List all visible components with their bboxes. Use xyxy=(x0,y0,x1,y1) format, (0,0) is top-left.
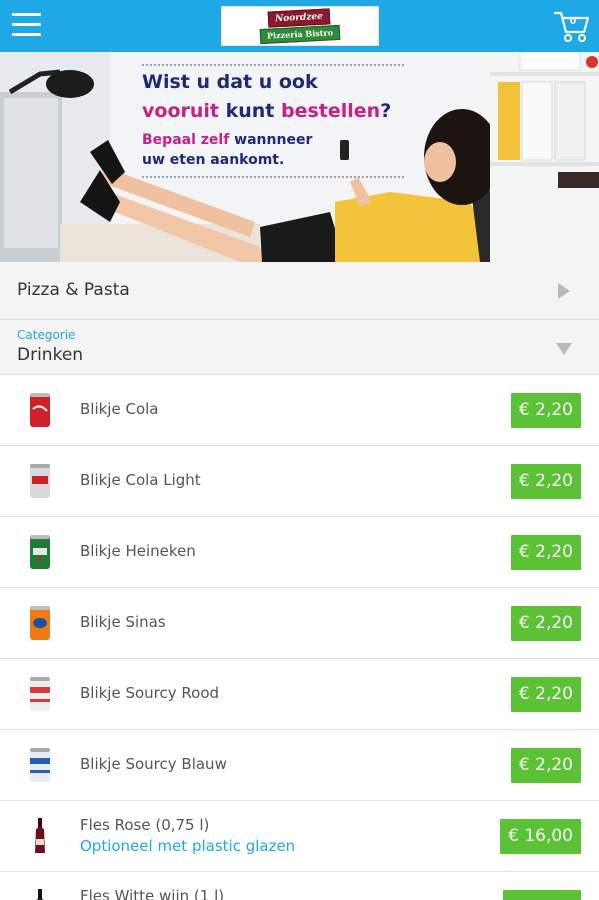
product-item[interactable]: Blikje Heineken € 2,20 xyxy=(0,517,599,588)
menu-selector-value: Pizza & Pasta xyxy=(17,280,130,300)
cola-light-can-icon xyxy=(28,462,52,500)
category-label: Categorie xyxy=(17,328,76,342)
shopping-cart-icon[interactable]: 0 xyxy=(554,10,590,44)
product-item[interactable]: Blikje Sourcy Blauw € 2,20 xyxy=(0,730,599,801)
banner-headline-1: Wist u dat u ook xyxy=(142,71,318,93)
category-value: Drinken xyxy=(17,345,84,365)
product-item[interactable]: Blikje Cola Light € 2,20 xyxy=(0,446,599,517)
logo-subtitle: Pizzeria Bistro xyxy=(259,24,341,45)
promo-banner[interactable]: Wist u dat u ook vooruit kunt bestellen?… xyxy=(0,52,599,262)
banner-headline-2: vooruit kunt bestellen? xyxy=(142,100,391,122)
product-item[interactable]: Blikje Cola € 2,20 xyxy=(0,375,599,446)
price-button[interactable]: € 2,20 xyxy=(510,677,581,712)
product-name: Blikje Sinas xyxy=(80,613,166,631)
product-list: Blikje Cola € 2,20 Blikje Cola Light € 2… xyxy=(0,375,599,900)
banner-word-bepaal-zelf: Bepaal zelf xyxy=(142,132,230,148)
product-name: Blikje Cola Light xyxy=(80,471,201,489)
price-button[interactable]: € 2,20 xyxy=(510,535,581,570)
product-option-link[interactable]: Optioneel met plastic glazen xyxy=(80,837,295,855)
sinas-can-icon xyxy=(28,604,52,642)
product-name: Blikje Cola xyxy=(80,400,159,418)
banner-subline-2: uw eten aankomt. xyxy=(142,152,285,168)
banner-question-mark: ? xyxy=(380,100,392,122)
hamburger-menu-icon[interactable] xyxy=(12,13,41,37)
product-item[interactable]: Fles Rose (0,75 l) Optioneel met plastic… xyxy=(0,801,599,872)
menu-selector[interactable]: Pizza & Pasta xyxy=(0,262,599,320)
price-button[interactable]: € 2,20 xyxy=(510,393,581,428)
category-dropdown[interactable]: Categorie Drinken xyxy=(0,320,599,375)
product-name: Blikje Sourcy Blauw xyxy=(80,755,227,773)
product-name: Fles Rose (0,75 l) xyxy=(80,816,210,834)
cart-count: 0 xyxy=(569,17,577,27)
price-button[interactable] xyxy=(503,890,581,900)
top-bar: Noordzee Pizzeria Bistro 0 xyxy=(0,0,599,52)
banner-divider-top xyxy=(142,64,404,66)
chevron-down-icon xyxy=(556,343,572,355)
heineken-can-icon xyxy=(28,533,52,571)
wine-bottle-icon xyxy=(28,817,52,855)
banner-divider-bottom xyxy=(142,176,404,178)
price-button[interactable]: € 2,20 xyxy=(510,748,581,783)
product-item[interactable]: Blikje Sinas € 2,20 xyxy=(0,588,599,659)
price-button[interactable]: € 2,20 xyxy=(510,464,581,499)
banner-word-wannneer: wannneer xyxy=(229,132,313,148)
restaurant-logo[interactable]: Noordzee Pizzeria Bistro xyxy=(221,6,379,46)
product-item[interactable]: Blikje Sourcy Rood € 2,20 xyxy=(0,659,599,730)
product-name: Blikje Heineken xyxy=(80,542,196,560)
sourcy-blue-can-icon xyxy=(28,746,52,784)
product-name: Blikje Sourcy Rood xyxy=(80,684,220,702)
banner-subline-1: Bepaal zelf wannneer xyxy=(142,132,312,148)
cola-can-icon xyxy=(28,391,52,429)
chevron-right-icon xyxy=(558,283,570,299)
price-button[interactable]: € 16,00 xyxy=(500,819,581,854)
sourcy-red-can-icon xyxy=(28,675,52,713)
banner-word-bestellen: bestellen xyxy=(281,100,381,122)
banner-word-vooruit: vooruit xyxy=(142,100,219,122)
product-name: Fles Witte wijn (1 l) xyxy=(80,887,225,900)
wine-bottle-icon xyxy=(28,888,52,900)
banner-word-kunt: kunt xyxy=(218,100,281,122)
price-button[interactable]: € 2,20 xyxy=(510,606,581,641)
logo-title: Noordzee xyxy=(267,8,331,28)
product-item[interactable]: Fles Witte wijn (1 l) xyxy=(0,872,599,900)
